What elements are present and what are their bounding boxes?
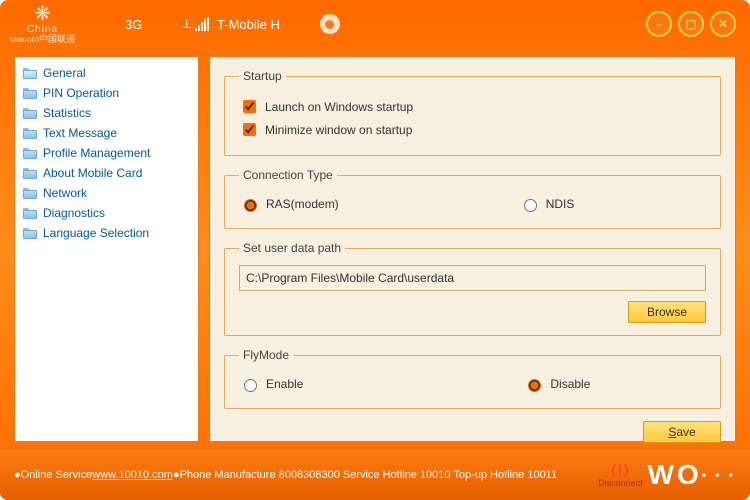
footer: ● Online Service www.10010.com ●Phone Ma… bbox=[0, 450, 750, 500]
sidebar-item-statistics[interactable]: Statistics bbox=[19, 103, 194, 123]
folder-open-icon bbox=[23, 68, 37, 79]
folder-icon bbox=[23, 188, 37, 199]
sidebar-item-label: Language Selection bbox=[43, 226, 149, 240]
flymode-group: FlyMode Enable Disable bbox=[224, 348, 721, 409]
sidebar-item-general[interactable]: General bbox=[19, 63, 194, 83]
sidebar-item-label: Statistics bbox=[43, 106, 91, 120]
ndis-option[interactable]: NDIS bbox=[519, 196, 575, 212]
flymode-disable-label: Disable bbox=[550, 377, 590, 391]
launch-on-startup-label: Launch on Windows startup bbox=[265, 100, 413, 114]
user-data-path-group: Set user data path Browse bbox=[224, 241, 721, 336]
sidebar-item-language-selection[interactable]: Language Selection bbox=[19, 223, 194, 243]
folder-icon bbox=[23, 168, 37, 179]
folder-icon bbox=[23, 128, 37, 139]
brand-knot-icon: ❋ bbox=[34, 4, 51, 24]
network-mode: 3G bbox=[125, 17, 142, 32]
sidebar-item-label: About Mobile Card bbox=[43, 166, 142, 180]
folder-icon bbox=[23, 88, 37, 99]
browse-button[interactable]: Browse bbox=[628, 301, 706, 323]
signal-icon bbox=[195, 17, 209, 31]
sidebar-item-network[interactable]: Network bbox=[19, 183, 194, 203]
antenna-icon: ⟂ bbox=[182, 16, 191, 32]
online-service-link[interactable]: www.10010.com bbox=[92, 469, 173, 481]
flymode-enable-option[interactable]: Enable bbox=[239, 376, 303, 392]
ndis-radio[interactable] bbox=[524, 199, 537, 212]
connection-legend: Connection Type bbox=[239, 168, 337, 182]
disconnect-label: Disconnect bbox=[598, 478, 643, 488]
userdata-legend: Set user data path bbox=[239, 241, 345, 255]
minimize-on-startup-label: Minimize window on startup bbox=[265, 123, 412, 137]
save-button[interactable]: Save bbox=[643, 421, 721, 443]
connection-type-group: Connection Type RAS(modem) NDIS bbox=[224, 168, 721, 229]
sidebar-item-label: Profile Management bbox=[43, 146, 150, 160]
folder-icon bbox=[23, 228, 37, 239]
launch-on-startup-checkbox[interactable] bbox=[243, 100, 256, 113]
wo-logo: WO• • • bbox=[648, 459, 737, 491]
close-button[interactable]: ✕ bbox=[710, 11, 736, 37]
user-data-path-input[interactable] bbox=[239, 265, 706, 291]
flymode-legend: FlyMode bbox=[239, 348, 293, 362]
folder-icon bbox=[23, 208, 37, 219]
disconnect-status[interactable]: (∣) Disconnect bbox=[604, 462, 638, 488]
flymode-disable-option[interactable]: Disable bbox=[523, 376, 590, 392]
sidebar-item-label: Text Message bbox=[43, 126, 117, 140]
minimize-on-startup-checkbox[interactable] bbox=[243, 123, 256, 136]
activity-icon bbox=[320, 14, 340, 34]
brand-logo: ❋ China unicom中国联通 bbox=[10, 4, 75, 44]
flymode-disable-radio[interactable] bbox=[528, 379, 541, 392]
disconnect-icon: (∣) bbox=[611, 462, 629, 478]
launch-on-startup-row[interactable]: Launch on Windows startup bbox=[239, 97, 706, 116]
folder-icon bbox=[23, 108, 37, 119]
sidebar-item-about-mobile-card[interactable]: About Mobile Card bbox=[19, 163, 194, 183]
sidebar-item-label: Diagnostics bbox=[43, 206, 105, 220]
flymode-enable-radio[interactable] bbox=[244, 379, 257, 392]
sidebar: General PIN Operation Statistics Text Me… bbox=[14, 56, 199, 442]
minimize-on-startup-row[interactable]: Minimize window on startup bbox=[239, 120, 706, 139]
activity-indicator bbox=[320, 14, 340, 34]
carrier-name: T-Mobile H bbox=[217, 17, 280, 32]
ras-option[interactable]: RAS(modem) bbox=[239, 196, 339, 212]
sidebar-item-label: General bbox=[43, 66, 86, 80]
footer-hotline-text: ●Phone Manufacture 8008308300 Service Ho… bbox=[173, 469, 557, 481]
bullet-icon: ● bbox=[14, 469, 21, 481]
sidebar-item-label: PIN Operation bbox=[43, 86, 119, 100]
flymode-enable-label: Enable bbox=[266, 377, 303, 391]
startup-group: Startup Launch on Windows startup Minimi… bbox=[224, 69, 721, 156]
brand-line2: unicom中国联通 bbox=[10, 35, 75, 44]
sidebar-item-pin-operation[interactable]: PIN Operation bbox=[19, 83, 194, 103]
folder-icon bbox=[23, 148, 37, 159]
ndis-label: NDIS bbox=[546, 197, 575, 211]
sidebar-item-diagnostics[interactable]: Diagnostics bbox=[19, 203, 194, 223]
sidebar-item-profile-management[interactable]: Profile Management bbox=[19, 143, 194, 163]
startup-legend: Startup bbox=[239, 69, 286, 83]
sidebar-item-label: Network bbox=[43, 186, 87, 200]
ras-label: RAS(modem) bbox=[266, 197, 339, 211]
restore-button[interactable]: ▢ bbox=[678, 11, 704, 37]
footer-online-label: Online Service bbox=[21, 469, 93, 481]
sidebar-item-text-message[interactable]: Text Message bbox=[19, 123, 194, 143]
ras-radio[interactable] bbox=[244, 199, 257, 212]
carrier-indicator: ⟂ T-Mobile H bbox=[182, 16, 280, 32]
minimize-button[interactable]: – bbox=[646, 11, 672, 37]
settings-content: Startup Launch on Windows startup Minimi… bbox=[209, 56, 736, 442]
